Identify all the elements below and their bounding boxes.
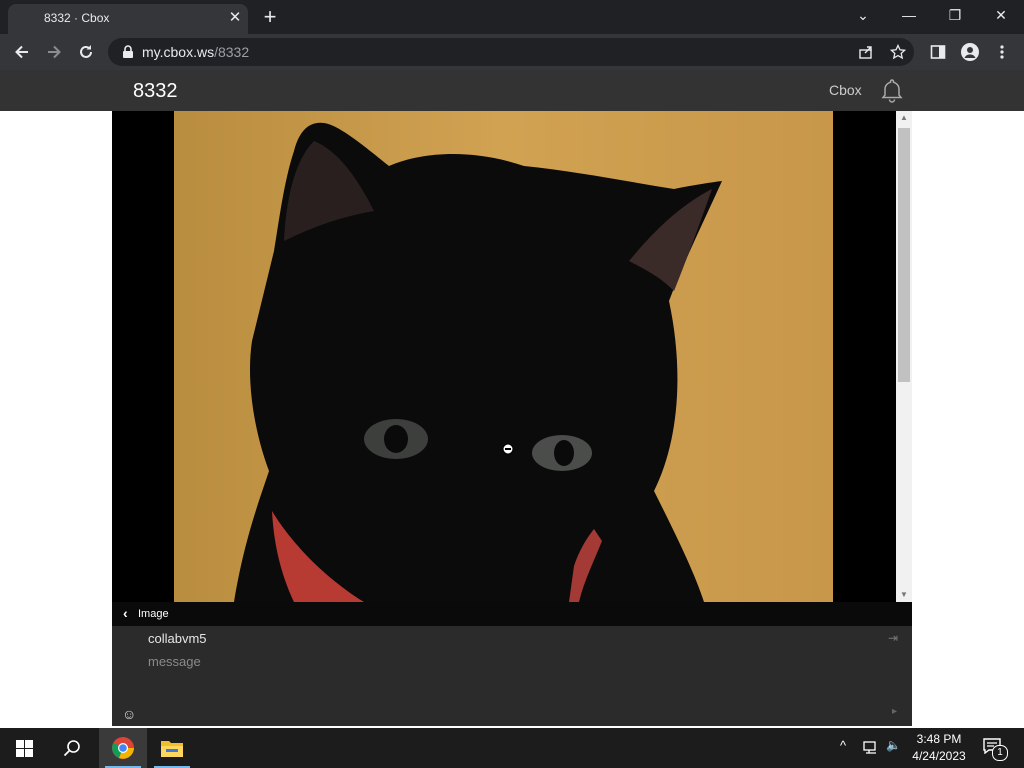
logout-icon[interactable]: ⇥ bbox=[888, 631, 898, 645]
send-button[interactable]: ▸ bbox=[892, 706, 897, 717]
chrome-icon bbox=[112, 737, 134, 759]
lock-icon bbox=[123, 45, 133, 58]
taskbar: ^ 🔈 3:48 PM 4/24/2023 1 bbox=[0, 728, 1024, 768]
start-button[interactable] bbox=[0, 728, 48, 768]
close-window-button[interactable]: ✕ bbox=[978, 0, 1024, 30]
taskbar-file-explorer[interactable] bbox=[148, 728, 196, 768]
restore-button[interactable]: ❐ bbox=[932, 0, 978, 30]
volume-icon[interactable]: 🔈 bbox=[886, 738, 901, 752]
message-area: collabvm5 ⇥ ☺ ▸ bbox=[112, 626, 912, 726]
address-bar[interactable]: my.cbox.ws/8332 bbox=[108, 38, 914, 66]
image-bar: ‹ Image bbox=[112, 602, 912, 626]
back-chevron-icon[interactable]: ‹ bbox=[123, 605, 128, 621]
windows-logo-icon bbox=[16, 740, 33, 757]
tab-search-icon[interactable]: ⌄ bbox=[840, 0, 886, 30]
tray-chevron-icon[interactable]: ^ bbox=[840, 738, 846, 753]
tab-strip: 8332 · Cbox ✕ + ⌄ — ❐ ✕ bbox=[0, 0, 1024, 34]
notification-count: 1 bbox=[992, 745, 1008, 761]
profile-icon[interactable] bbox=[960, 42, 980, 62]
tab-title: 8332 · Cbox bbox=[44, 11, 110, 25]
taskbar-clock[interactable]: 3:48 PM 4/24/2023 bbox=[900, 731, 978, 765]
taskbar-chrome[interactable] bbox=[99, 728, 147, 768]
viewer-scrollbar[interactable]: ▲ ▼ bbox=[896, 111, 912, 602]
image-viewer bbox=[112, 111, 896, 602]
browser-toolbar: my.cbox.ws/8332 bbox=[0, 34, 1024, 70]
notification-center-button[interactable]: 1 bbox=[980, 736, 1010, 761]
cbox-favicon-icon bbox=[20, 12, 34, 26]
scroll-down-arrow-icon[interactable]: ▼ bbox=[896, 588, 912, 602]
cbox-link[interactable]: Cbox bbox=[829, 82, 862, 98]
url-host: my.cbox.ws bbox=[142, 44, 215, 60]
url-text: my.cbox.ws/8332 bbox=[142, 44, 249, 60]
reload-icon[interactable] bbox=[73, 39, 99, 65]
emoji-icon[interactable]: ☺ bbox=[122, 706, 136, 722]
folder-icon bbox=[161, 741, 183, 757]
network-icon[interactable] bbox=[862, 740, 880, 756]
image-label[interactable]: Image bbox=[138, 608, 169, 620]
taskbar-search-button[interactable] bbox=[48, 728, 96, 768]
browser-tab[interactable]: 8332 · Cbox ✕ bbox=[8, 4, 248, 34]
forward-icon[interactable] bbox=[41, 39, 67, 65]
room-title: 8332 bbox=[133, 80, 178, 102]
cbox-header: 8332 Cbox bbox=[0, 70, 1024, 111]
scroll-thumb[interactable] bbox=[898, 128, 910, 382]
clock-time: 3:48 PM bbox=[916, 732, 962, 746]
back-icon[interactable] bbox=[9, 39, 35, 65]
scroll-up-arrow-icon[interactable]: ▲ bbox=[896, 111, 912, 125]
tab-close-icon[interactable]: ✕ bbox=[225, 8, 245, 28]
bookmark-star-icon[interactable] bbox=[888, 42, 908, 62]
side-panel-icon[interactable] bbox=[928, 42, 948, 62]
username[interactable]: collabvm5 bbox=[148, 631, 207, 646]
bell-icon[interactable] bbox=[880, 78, 904, 104]
cursor-icon bbox=[502, 443, 514, 455]
menu-kebab-icon[interactable] bbox=[992, 42, 1012, 62]
share-icon[interactable] bbox=[856, 42, 876, 62]
message-input[interactable] bbox=[148, 652, 848, 670]
clock-date: 4/24/2023 bbox=[912, 749, 966, 763]
cat-photo bbox=[174, 111, 833, 602]
url-path: /8332 bbox=[214, 44, 250, 60]
new-tab-button[interactable]: + bbox=[256, 5, 284, 29]
search-icon bbox=[63, 740, 80, 757]
minimize-button[interactable]: — bbox=[886, 0, 932, 30]
